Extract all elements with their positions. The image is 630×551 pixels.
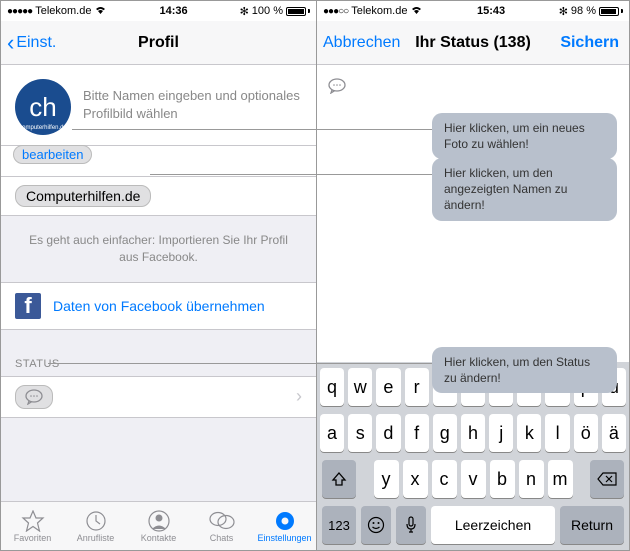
nav-bar: Abbrechen Ihr Status (138) Sichern	[317, 21, 629, 65]
key-n[interactable]: n	[519, 460, 544, 498]
key-l[interactable]: l	[545, 414, 569, 452]
facebook-import-button[interactable]: f Daten von Facebook übernehmen	[1, 282, 316, 330]
dictation-key[interactable]	[396, 506, 426, 544]
battery-icon	[599, 7, 623, 16]
backspace-key[interactable]	[590, 460, 624, 498]
status-row[interactable]: ›	[1, 376, 316, 418]
content-area: ch computerhilfen.de Bitte Namen eingebe…	[1, 65, 316, 501]
key-g[interactable]: g	[433, 414, 457, 452]
battery-pct: 100 %	[252, 5, 283, 17]
key-f[interactable]: f	[405, 414, 429, 452]
tab-settings[interactable]: Einstellungen	[253, 502, 316, 550]
signal-dots: ●●●●●	[7, 6, 32, 17]
speech-bubble-icon	[327, 78, 347, 94]
key-v[interactable]: v	[461, 460, 486, 498]
key-c[interactable]: c	[432, 460, 457, 498]
clock-icon	[83, 510, 109, 532]
key-b[interactable]: b	[490, 460, 515, 498]
tab-favorites[interactable]: Favoriten	[1, 502, 64, 550]
callout-name: Hier klicken, um den angezeigten Namen z…	[432, 158, 617, 221]
wifi-icon	[410, 5, 423, 18]
contact-icon	[146, 510, 172, 532]
phone-profile: ●●●●● Telekom.de 14:36 ✻ 100 % ‹ Einst. …	[1, 1, 317, 550]
carrier-label: Telekom.de	[351, 5, 407, 17]
key-m[interactable]: m	[548, 460, 573, 498]
nav-bar: ‹ Einst. Profil	[1, 21, 316, 65]
key-k[interactable]: k	[517, 414, 541, 452]
cancel-button[interactable]: Abbrechen	[323, 34, 400, 52]
status-bar: ●●●●● Telekom.de 14:36 ✻ 100 %	[1, 1, 316, 21]
clock: 14:36	[159, 5, 187, 17]
tab-contacts[interactable]: Kontakte	[127, 502, 190, 550]
profile-section: ch computerhilfen.de Bitte Namen eingebe…	[1, 65, 316, 146]
key-e[interactable]: e	[376, 368, 400, 406]
key-q[interactable]: q	[320, 368, 344, 406]
clock: 15:43	[477, 5, 505, 17]
key-a[interactable]: a	[320, 414, 344, 452]
tab-recents[interactable]: Anrufliste	[64, 502, 127, 550]
key-ö[interactable]: ö	[574, 414, 598, 452]
key-r[interactable]: r	[405, 368, 429, 406]
return-key[interactable]: Return	[560, 506, 624, 544]
chats-icon	[209, 510, 235, 532]
phone-status-edit: ●●●○○ Telekom.de 15:43 ✻ 98 % Abbrechen …	[317, 1, 629, 550]
edit-photo-link[interactable]: bearbeiten	[13, 145, 92, 164]
callout-status: Hier klicken, um den Status zu ändern!	[432, 347, 617, 393]
chevron-right-icon: ›	[296, 386, 302, 407]
chevron-left-icon: ‹	[7, 32, 14, 54]
shift-key[interactable]	[322, 460, 356, 498]
space-key[interactable]: Leerzeichen	[431, 506, 555, 544]
callout-photo: Hier klicken, um ein neues Foto zu wähle…	[432, 113, 617, 159]
gear-icon	[272, 510, 298, 532]
star-icon	[20, 510, 46, 532]
save-button[interactable]: Sichern	[560, 34, 619, 52]
facebook-hint: Es geht auch einfacher: Importieren Sie …	[1, 216, 316, 282]
key-y[interactable]: y	[374, 460, 399, 498]
battery-pct: 98 %	[571, 5, 596, 17]
avatar[interactable]: ch computerhilfen.de	[15, 79, 71, 135]
name-row[interactable]: Computerhilfen.de	[1, 176, 316, 216]
carrier-label: Telekom.de	[35, 5, 91, 17]
status-bar: ●●●○○ Telekom.de 15:43 ✻ 98 %	[317, 1, 629, 21]
instruction-text: Bitte Namen eingeben und optionales Prof…	[83, 79, 302, 122]
bluetooth-icon: ✻	[240, 5, 249, 18]
signal-dots: ●●●○○	[323, 6, 348, 17]
facebook-icon: f	[15, 293, 41, 319]
bluetooth-icon: ✻	[559, 5, 568, 18]
tab-chats[interactable]: Chats	[190, 502, 253, 550]
connector-line	[150, 174, 432, 175]
key-s[interactable]: s	[348, 414, 372, 452]
speech-bubble-icon	[24, 389, 44, 405]
back-button[interactable]: ‹ Einst.	[7, 32, 56, 54]
numbers-key[interactable]: 123	[322, 506, 356, 544]
key-h[interactable]: h	[461, 414, 485, 452]
key-d[interactable]: d	[376, 414, 400, 452]
wifi-icon	[94, 5, 107, 18]
emoji-key[interactable]	[361, 506, 391, 544]
tab-bar: Favoriten Anrufliste Kontakte Chats Eins…	[1, 501, 316, 550]
key-j[interactable]: j	[489, 414, 513, 452]
connector-line	[48, 363, 432, 364]
battery-icon	[286, 7, 310, 16]
name-chip[interactable]: Computerhilfen.de	[15, 185, 151, 207]
key-w[interactable]: w	[348, 368, 372, 406]
status-section-header: STATUS	[1, 330, 316, 376]
key-ä[interactable]: ä	[602, 414, 626, 452]
key-x[interactable]: x	[403, 460, 428, 498]
connector-line	[72, 129, 432, 130]
